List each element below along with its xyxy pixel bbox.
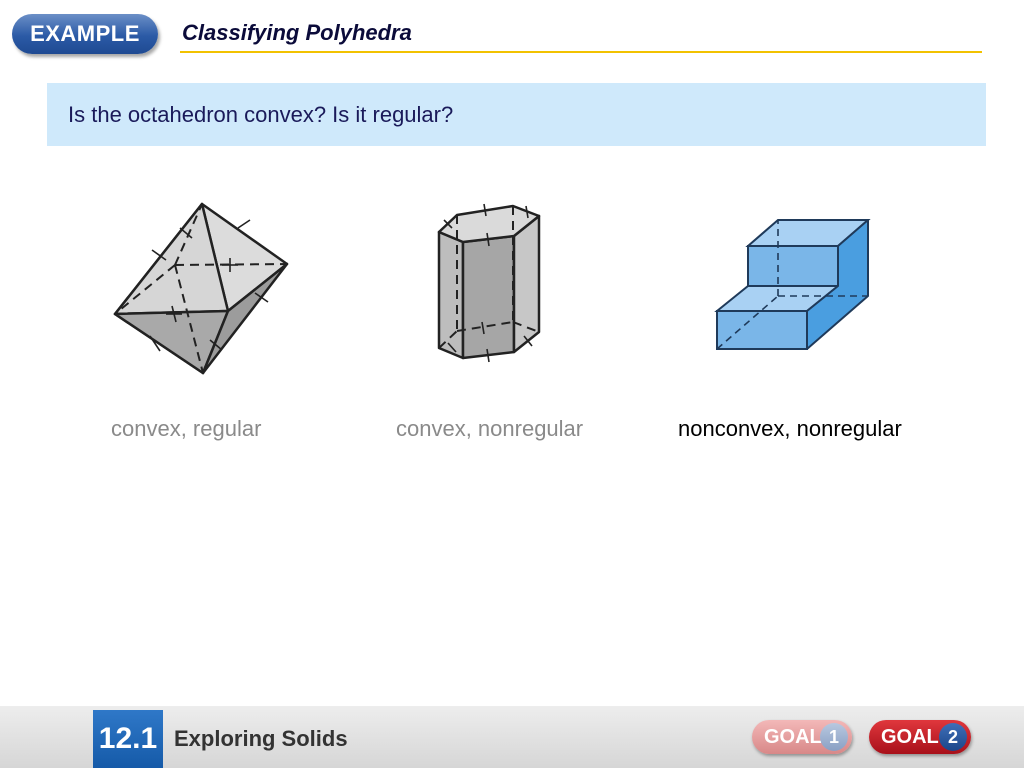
question-text: Is the octahedron convex? Is it regular?	[68, 102, 454, 127]
octahedron-figure	[113, 202, 289, 375]
goal-2-button[interactable]: GOAL 2	[869, 720, 971, 754]
question-box: Is the octahedron convex? Is it regular?	[47, 83, 986, 146]
caption-hexagonal-prism: convex, nonregular	[396, 416, 584, 441]
goal-2-number: 2	[939, 723, 967, 751]
solid-front-lower	[716, 310, 808, 350]
slide-title: Classifying Polyhedra	[182, 20, 412, 45]
caption-octahedron: convex, regular	[111, 416, 262, 441]
nonconvex-solid-figure	[714, 219, 871, 350]
prism-face-left	[437, 230, 465, 360]
goal-2-label: GOAL	[881, 726, 939, 748]
title-rule	[180, 51, 982, 53]
goal-1-number: 1	[820, 723, 848, 751]
prism-face-right	[512, 214, 541, 354]
section-title: Exploring Solids	[174, 726, 348, 751]
caption-nonconvex-solid: nonconvex, nonregular	[678, 416, 902, 441]
example-badge: EXAMPLE	[12, 14, 158, 54]
goal-1-button[interactable]: GOAL 1	[752, 720, 852, 754]
hexagonal-prism-figure	[437, 203, 541, 363]
section-number: 12.1	[93, 710, 163, 768]
goal-1-label: GOAL	[764, 726, 822, 748]
prism-face-front	[461, 234, 516, 360]
